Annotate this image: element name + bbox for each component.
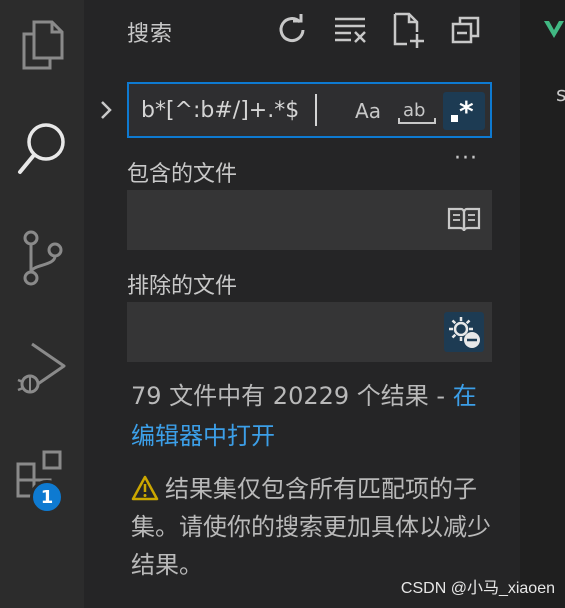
use-regex-button[interactable]: *: [443, 92, 485, 130]
explorer-icon[interactable]: [0, 5, 84, 85]
whole-word-icon: ab: [398, 100, 436, 124]
search-input-value: b*[^:b#/]+.*$: [141, 98, 300, 123]
vue-icon: [544, 21, 564, 38]
run-debug-icon[interactable]: [0, 328, 84, 408]
results-summary: 79 文件中有 20229 个结果 - 在编辑器中打开: [131, 382, 477, 450]
clear-results-button[interactable]: [330, 10, 370, 50]
toggle-search-details-button[interactable]: ···: [454, 146, 478, 171]
clear-all-icon: [335, 17, 366, 43]
editor-tab-text: s: [556, 82, 565, 106]
regex-icon: *: [451, 96, 474, 126]
watermark: CSDN @小马_xiaoen: [400, 580, 555, 597]
svg-text:*: *: [459, 96, 474, 126]
editor-area: s: [520, 0, 565, 608]
toggle-replace-chevron-icon[interactable]: [96, 98, 116, 122]
text-caret: [315, 94, 317, 126]
collapse-all-icon: [451, 16, 480, 44]
search-input[interactable]: b*[^:b#/]+.*$ Aa ab *: [127, 82, 492, 138]
search-open-editors-button[interactable]: [444, 200, 484, 240]
use-exclude-settings-button[interactable]: [444, 312, 484, 352]
warning-icon: [131, 475, 159, 501]
match-case-button[interactable]: Aa: [351, 92, 385, 130]
exclude-files-input[interactable]: [127, 302, 492, 362]
extensions-badge: 1: [30, 480, 64, 514]
book-icon: [447, 207, 481, 232]
collapse-all-button[interactable]: [446, 10, 486, 50]
search-icon[interactable]: [0, 108, 84, 188]
vscode-window: 1 搜索 b*[^:b#/]+.*$ Aa ab * ··· 包含的文件 排除的…: [0, 0, 565, 608]
gear-exclude-icon: [449, 317, 480, 348]
new-search-editor-button[interactable]: [388, 10, 428, 50]
new-file-icon: [393, 12, 424, 48]
source-control-icon[interactable]: [0, 218, 84, 298]
include-files-label: 包含的文件: [127, 162, 238, 187]
exclude-files-label: 排除的文件: [127, 274, 238, 299]
refresh-icon: [279, 14, 305, 43]
activity-bar: 1: [0, 0, 84, 608]
panel-title: 搜索: [127, 22, 174, 47]
refresh-button[interactable]: [272, 10, 312, 50]
include-files-input[interactable]: [127, 190, 492, 250]
results-warning: 结果集仅包含所有匹配项的子集。请使你的搜索更加具体以减少结果。: [131, 475, 491, 579]
search-panel: 搜索 b*[^:b#/]+.*$ Aa ab * ··· 包含的文件 排除的文件…: [84, 0, 520, 608]
match-whole-word-button[interactable]: ab: [397, 92, 437, 130]
svg-text:ab: ab: [403, 100, 425, 121]
